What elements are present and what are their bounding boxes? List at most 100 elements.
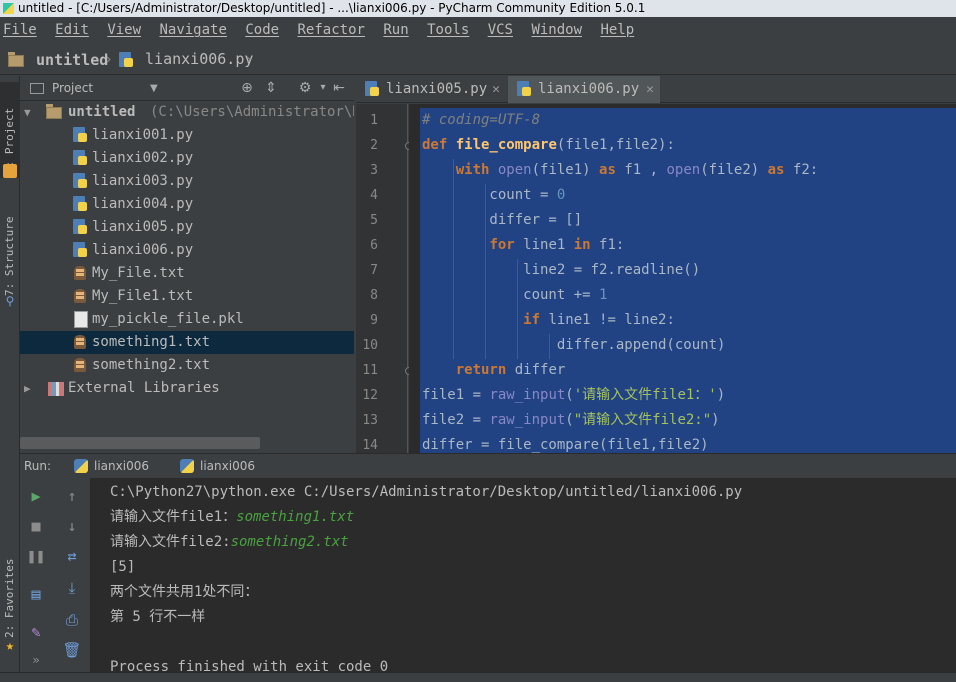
line-number: 3 [370, 163, 378, 178]
bottom-tool-strip [0, 672, 956, 682]
print-icon[interactable]: ⎙ [62, 610, 82, 630]
stop-icon[interactable]: ■ [26, 516, 46, 536]
tree-file-my-file[interactable]: My_File.txt [20, 262, 354, 285]
tree-file-label: lianxi005.py [92, 219, 194, 235]
run-panel-label: Run: [24, 459, 52, 473]
more-icon[interactable]: » [26, 650, 46, 670]
scroll-up-icon[interactable]: ↑ [62, 486, 82, 506]
layout-icon[interactable]: ▤ [26, 584, 46, 604]
line-number: 2 [370, 138, 378, 153]
menu-refactor[interactable]: Refactor [298, 17, 365, 43]
expand-arrow-icon[interactable]: ▶ [24, 377, 31, 400]
structure-tool-tab[interactable]: 7: Structure [0, 206, 20, 296]
chevron-down-icon[interactable]: ▼ [150, 76, 158, 101]
tree-file-something2[interactable]: something2.txt [20, 354, 354, 377]
tree-file-lianxi006[interactable]: lianxi006.py [20, 239, 354, 262]
editor-tab-lianxi006[interactable]: lianxi006.py ✕ [508, 76, 660, 103]
folder-icon [8, 51, 24, 67]
pin-icon[interactable]: ✎ [26, 622, 46, 642]
menu-navigate[interactable]: Navigate [159, 17, 226, 43]
console-line: 第 5 行不一样 [110, 605, 205, 630]
project-view-icon [30, 83, 44, 94]
menu-code[interactable]: Code [245, 17, 279, 43]
left-tool-strip: 1: Project 7: Structure ⚲ 2: Favorites ★ [0, 76, 20, 682]
line-number: 12 [362, 388, 378, 403]
star-icon: ★ [5, 638, 15, 654]
tree-file-label: lianxi004.py [92, 196, 194, 212]
line-number: 9 [370, 313, 378, 328]
scroll-down-icon[interactable]: ↓ [62, 516, 82, 536]
pause-icon[interactable]: ❚❚ [26, 546, 46, 566]
hide-panel-icon[interactable]: ⇤ [330, 79, 348, 97]
project-tool-label: 1: Project [3, 107, 16, 174]
trash-icon[interactable]: 🗑 [62, 640, 82, 660]
code-line: differ = file_compare(file1,file2) [422, 437, 709, 453]
scroll-to-end-icon[interactable]: ⤓ [62, 578, 82, 598]
menu-bar: File Edit View Navigate Code Refactor Ru… [0, 17, 956, 43]
code-line: def file_compare(file1,file2): [422, 137, 675, 153]
tree-file-something1[interactable]: something1.txt [20, 331, 354, 354]
tree-file-lianxi003[interactable]: lianxi003.py [20, 170, 354, 193]
tree-file-lianxi004[interactable]: lianxi004.py [20, 193, 354, 216]
menu-file[interactable]: File [3, 17, 37, 43]
crosshair-icon[interactable]: ⊕ [238, 79, 256, 97]
menu-view[interactable]: View [107, 17, 141, 43]
tree-root-path: (C:\Users\Administrator\Desktop\untitled… [150, 104, 354, 120]
menu-vcs[interactable]: VCS [488, 17, 513, 43]
close-icon[interactable]: ✕ [492, 76, 500, 103]
console-text: 两个文件共用1处不同： [110, 584, 259, 600]
horizontal-scrollbar[interactable] [20, 437, 260, 449]
favorites-tool-tab[interactable]: 2: Favorites [0, 546, 20, 638]
editor-tab-lianxi005[interactable]: lianxi005.py ✕ [356, 76, 506, 103]
console-text: C:\Python27\python.exe C:/Users/Administ… [110, 484, 743, 500]
code-line: for line1 in f1: [489, 237, 625, 253]
pycharm-icon [3, 3, 14, 14]
tree-file-lianxi005[interactable]: lianxi005.py [20, 216, 354, 239]
python-file-icon [364, 81, 380, 97]
tree-file-my-file1[interactable]: My_File1.txt [20, 285, 354, 308]
project-panel-header: Project ▼ ⊕ ⇕ ⚙ ▾ ⇤ [20, 76, 354, 101]
window-title: untitled - [C:/Users/Administrator/Deskt… [18, 1, 646, 15]
tree-file-lianxi002[interactable]: lianxi002.py [20, 147, 354, 170]
code-editor[interactable]: # coding=UTF-8 def file_compare(file1,fi… [409, 104, 956, 453]
line-number: 8 [370, 288, 378, 303]
nav-project[interactable]: untitled [8, 44, 108, 76]
project-view-selector[interactable]: Project [52, 76, 93, 101]
rerun-icon[interactable]: ▶ [26, 486, 46, 506]
run-tab-2[interactable]: lianxi006 [178, 454, 255, 479]
menu-window[interactable]: Window [531, 17, 582, 43]
collapse-all-icon[interactable]: ⇕ [262, 79, 280, 97]
tree-file-label: something2.txt [92, 357, 211, 373]
python-file-icon [72, 173, 88, 189]
file-icon [72, 311, 88, 328]
menu-tools[interactable]: Tools [427, 17, 469, 43]
project-panel: Project ▼ ⊕ ⇕ ⚙ ▾ ⇤ ▼ untitled (C:\Users… [20, 76, 354, 453]
line-number-gutter: 1 2 3 4 5 6 7 8 9 10 11 12 13 14 [356, 104, 408, 453]
gear-icon[interactable]: ⚙ [296, 79, 314, 97]
close-icon[interactable]: ✕ [646, 76, 654, 103]
python-file-icon [72, 219, 88, 235]
tree-external-libraries[interactable]: ▶ External Libraries [20, 377, 354, 400]
tree-root[interactable]: ▼ untitled (C:\Users\Administrator\Deskt… [20, 101, 354, 124]
nav-file[interactable]: lianxi006.py [118, 43, 253, 75]
tree-file-label: something1.txt [92, 334, 211, 350]
expand-arrow-icon[interactable]: ▼ [24, 101, 31, 124]
menu-edit[interactable]: Edit [55, 17, 89, 43]
python-file-icon [118, 51, 134, 68]
project-tool-icon [3, 164, 17, 178]
run-console[interactable]: C:\Python27\python.exe C:/Users/Administ… [90, 478, 956, 682]
console-user-input: something1.txt [236, 509, 355, 525]
menu-run[interactable]: Run [383, 17, 408, 43]
tree-file-label: lianxi003.py [92, 173, 194, 189]
text-file-icon [72, 357, 88, 373]
line-number: 5 [370, 213, 378, 228]
run-tab-1[interactable]: lianxi006 [72, 454, 149, 479]
menu-help[interactable]: Help [600, 17, 634, 43]
python-file-icon [72, 242, 88, 258]
tree-file-label: my_pickle_file.pkl [92, 311, 244, 327]
tree-file-lianxi001[interactable]: lianxi001.py [20, 124, 354, 147]
soft-wrap-icon[interactable]: ⇄ [62, 546, 82, 566]
line-number: 6 [370, 238, 378, 253]
tree-file-my-pickle-file[interactable]: my_pickle_file.pkl [20, 308, 354, 331]
line-number: 7 [370, 263, 378, 278]
